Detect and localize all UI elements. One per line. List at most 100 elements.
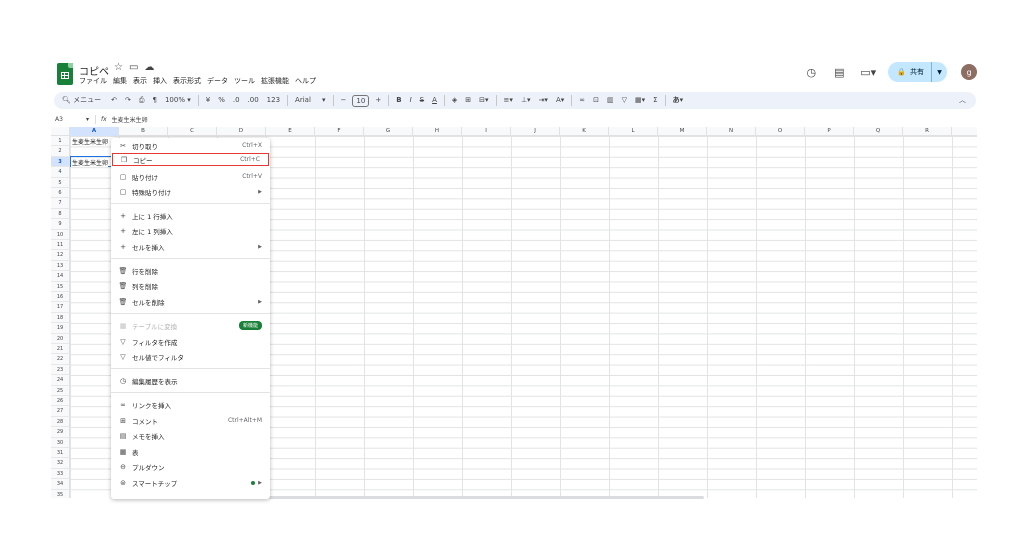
row-header-16[interactable]: 16: [51, 292, 69, 303]
italic-icon[interactable]: I: [406, 92, 416, 109]
menu-item-insert-note[interactable]: ▤ メモを挿入: [111, 429, 270, 442]
strikethrough-icon[interactable]: S: [416, 92, 428, 109]
menu-edit[interactable]: 編集: [113, 76, 127, 86]
meet-icon[interactable]: ▭▾: [860, 66, 876, 79]
bold-icon[interactable]: B: [392, 92, 405, 109]
decrease-decimal-button[interactable]: .0: [229, 92, 244, 109]
menu-view[interactable]: 表示: [133, 76, 147, 86]
row-header-28[interactable]: 28: [51, 417, 69, 428]
row-header-13[interactable]: 13: [51, 261, 69, 272]
menu-item-table[interactable]: ▦ 表: [111, 445, 270, 458]
move-folder-icon[interactable]: ▭: [129, 62, 138, 73]
filter-views-icon[interactable]: ▦▾: [631, 92, 649, 109]
row-header-26[interactable]: 26: [51, 396, 69, 407]
menu-item-comment[interactable]: ⊞ コメント Ctrl+Alt+M: [111, 414, 270, 427]
menu-item-insert-row-above[interactable]: + 上に 1 行挿入: [111, 209, 270, 222]
cloud-status-icon[interactable]: ☁: [144, 62, 154, 73]
row-header-23[interactable]: 23: [51, 365, 69, 376]
row-header-35[interactable]: 35: [51, 490, 69, 498]
search-menu-button[interactable]: 🔍︎ メニュー: [60, 92, 107, 109]
menu-tools[interactable]: ツール: [234, 76, 255, 86]
column-header-a[interactable]: A: [70, 127, 119, 136]
row-header-18[interactable]: 18: [51, 313, 69, 324]
menu-item-delete-row[interactable]: 🗑︎ 行を削除: [111, 264, 270, 277]
row-header-14[interactable]: 14: [51, 271, 69, 282]
menu-item-copy[interactable]: ❐ コピー Ctrl+C: [112, 153, 269, 166]
menu-item-paste[interactable]: ▢ 貼り付け Ctrl+V: [111, 170, 270, 183]
align-horizontal-icon[interactable]: ≡▾: [500, 92, 517, 109]
menu-item-smart-chips[interactable]: ⊜ スマートチップ ▶: [111, 476, 270, 489]
number-format-button[interactable]: 123: [263, 92, 284, 109]
font-select[interactable]: Arial ▾: [291, 92, 330, 109]
row-header-4[interactable]: 4: [51, 167, 69, 178]
row-header-22[interactable]: 22: [51, 354, 69, 365]
menu-insert[interactable]: 挿入: [153, 76, 167, 86]
menu-data[interactable]: データ: [207, 76, 228, 86]
column-header-r[interactable]: R: [903, 127, 952, 136]
column-header-k[interactable]: K: [560, 127, 609, 136]
row-header-34[interactable]: 34: [51, 479, 69, 490]
column-header-d[interactable]: D: [217, 127, 266, 136]
cell-a3[interactable]: 生麦生米生卵: [71, 158, 109, 167]
align-vertical-icon[interactable]: ⊥▾: [517, 92, 535, 109]
comments-icon[interactable]: ▤: [832, 66, 846, 79]
column-header-e[interactable]: E: [266, 127, 315, 136]
merge-cells-icon[interactable]: ⊟▾: [475, 92, 492, 109]
fill-color-icon[interactable]: ◈: [448, 92, 461, 109]
horizontal-scrollbar[interactable]: [259, 496, 704, 499]
name-box[interactable]: A3 ▾: [51, 116, 95, 123]
row-header-9[interactable]: 9: [51, 219, 69, 230]
text-rotation-icon[interactable]: A▾: [552, 92, 568, 109]
filter-icon[interactable]: ▽: [618, 92, 631, 109]
column-header-q[interactable]: Q: [854, 127, 903, 136]
row-header-32[interactable]: 32: [51, 458, 69, 469]
menu-item-filter-by-cell-value[interactable]: ▽ セル値でフィルタ: [111, 350, 270, 363]
column-header-f[interactable]: F: [315, 127, 364, 136]
avatar[interactable]: g: [961, 64, 977, 80]
row-header-3[interactable]: 3: [51, 156, 69, 168]
column-header-i[interactable]: I: [462, 127, 511, 136]
row-header-8[interactable]: 8: [51, 209, 69, 220]
menu-item-paste-special[interactable]: ▢ 特殊貼り付け ▶: [111, 185, 270, 198]
menu-item-delete-cells[interactable]: 🗑︎ セルを削除 ▶: [111, 295, 270, 308]
column-header-m[interactable]: M: [658, 127, 707, 136]
row-header-12[interactable]: 12: [51, 250, 69, 261]
column-header-h[interactable]: H: [413, 127, 462, 136]
text-wrap-icon[interactable]: ⇥▾: [535, 92, 552, 109]
column-header-o[interactable]: O: [756, 127, 805, 136]
row-header-21[interactable]: 21: [51, 344, 69, 355]
menu-item-cut[interactable]: ✂ 切り取り Ctrl+X: [111, 139, 270, 152]
chevron-down-icon[interactable]: ▼: [931, 62, 947, 82]
zoom-select[interactable]: 100% ▾: [161, 92, 195, 109]
borders-icon[interactable]: ⊞: [461, 92, 475, 109]
row-header-1[interactable]: 1: [51, 136, 69, 147]
print-icon[interactable]: ⎙: [135, 92, 149, 109]
column-header-n[interactable]: N: [707, 127, 756, 136]
row-header-2[interactable]: 2: [51, 146, 69, 157]
menu-item-delete-column[interactable]: 🗑︎ 列を削除: [111, 279, 270, 292]
font-size-increase-button[interactable]: +: [371, 92, 385, 109]
chevron-up-icon[interactable]: ︿: [959, 92, 966, 109]
row-header-19[interactable]: 19: [51, 323, 69, 334]
menu-format[interactable]: 表示形式: [173, 76, 201, 86]
redo-icon[interactable]: ↷: [121, 92, 135, 109]
column-header-g[interactable]: G: [364, 127, 413, 136]
menu-item-insert-column-left[interactable]: + 左に 1 列挿入: [111, 224, 270, 237]
functions-icon[interactable]: Σ: [649, 92, 661, 109]
formula-input[interactable]: 生麦生米生卵: [112, 115, 148, 124]
history-icon[interactable]: ◷: [804, 66, 818, 79]
select-all-corner[interactable]: [51, 127, 70, 136]
row-header-6[interactable]: 6: [51, 188, 69, 199]
menu-file[interactable]: ファイル: [79, 76, 107, 86]
row-header-20[interactable]: 20: [51, 334, 69, 344]
paint-format-icon[interactable]: ¶: [148, 92, 160, 109]
percent-format-button[interactable]: %: [214, 92, 229, 109]
row-header-10[interactable]: 10: [51, 230, 69, 240]
insert-comment-icon[interactable]: ⊡: [589, 92, 603, 109]
row-header-24[interactable]: 24: [51, 375, 69, 386]
row-header-33[interactable]: 33: [51, 469, 69, 480]
row-header-15[interactable]: 15: [51, 282, 69, 292]
column-header-l[interactable]: L: [609, 127, 658, 136]
insert-link-icon[interactable]: ∞: [575, 92, 589, 109]
row-header-17[interactable]: 17: [51, 302, 69, 313]
